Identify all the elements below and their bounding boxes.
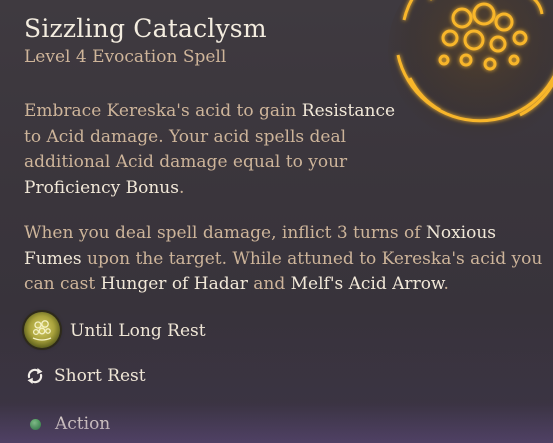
keyword-resistance[interactable]: Resistance — [302, 101, 395, 121]
spell-description-primary: Embrace Kereska's acid to gain Resistanc… — [24, 99, 404, 201]
duration-label: Until Long Rest — [70, 321, 206, 341]
duration-row: Until Long Rest — [24, 312, 206, 349]
keyword-proficiency-bonus[interactable]: Proficiency Bonus — [24, 178, 179, 198]
recharge-label: Short Rest — [54, 366, 146, 386]
spell-tooltip: Sizzling Cataclysm Level 4 Evocation Spe… — [0, 0, 553, 443]
desc-text: Embrace Kereska's acid to gain — [24, 101, 302, 121]
keyword-hunger-of-hadar[interactable]: Hunger of Hadar — [101, 274, 248, 294]
spell-title: Sizzling Cataclysm — [24, 14, 267, 43]
glowing-rune-emblem-icon — [388, 0, 553, 140]
spell-level-school: Level 4 Evocation Spell — [24, 47, 227, 67]
desc-text: . — [443, 274, 449, 294]
desc-text: to Acid damage. Your acid spells deal ad… — [24, 126, 348, 173]
refresh-icon — [27, 368, 43, 384]
acid-bubbles-medallion-icon — [24, 312, 60, 348]
cost-row: Action — [24, 414, 110, 434]
desc-text: . — [178, 177, 185, 198]
action-cost-label: Action — [55, 414, 111, 434]
action-dot-icon — [30, 418, 41, 430]
spell-description-secondary: When you deal spell damage, inflict 3 tu… — [24, 221, 544, 298]
recharge-row: Short Rest — [24, 365, 146, 387]
desc-text: When you deal spell damage, inflict 3 tu… — [24, 223, 426, 243]
desc-text: and — [247, 274, 291, 294]
keyword-melfs-acid-arrow[interactable]: Melf's Acid Arrow — [291, 274, 444, 294]
